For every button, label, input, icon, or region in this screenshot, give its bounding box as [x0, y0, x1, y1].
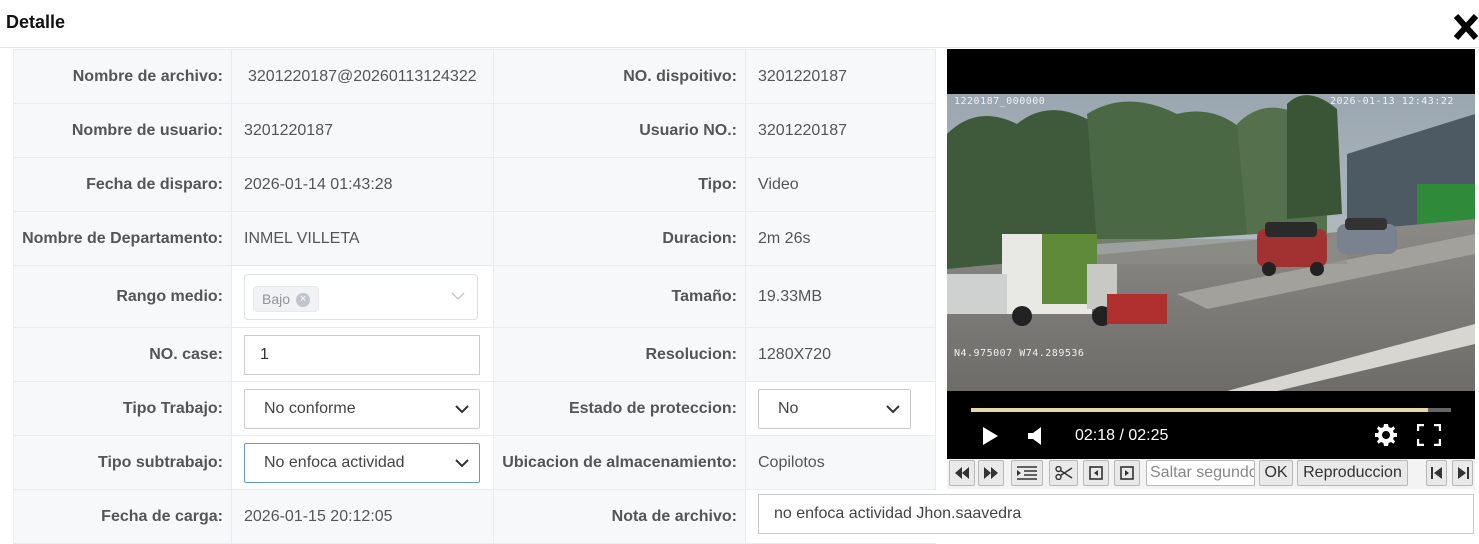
tipo-trabajo-select[interactable]: No conforme — [244, 388, 480, 429]
chevron-down-icon — [455, 458, 469, 467]
osd-gps: N4.975007 W74.289536 — [954, 348, 1085, 359]
frame-forward-icon[interactable] — [1114, 460, 1140, 486]
value-resolucion: 1280X720 — [745, 327, 936, 382]
tipo-subtrabajo-value: No enfoca actividad — [264, 453, 405, 471]
value-fecha-disparo: 2026-01-14 01:43:28 — [231, 157, 494, 212]
label-no-dispositivo: NO. dispoitivo: — [493, 49, 746, 104]
estado-proteccion-value: No — [778, 399, 799, 417]
label-ubicacion: Ubicacion de almacenamiento: — [493, 435, 746, 490]
label-no-case: NO. case: — [13, 327, 232, 382]
label-usuario-no: Usuario NO.: — [493, 103, 746, 158]
rango-medio-cell: Bajo × — [231, 265, 494, 328]
player-toolbar: Saltar segundos OK Reproduccion — [947, 459, 1475, 489]
label-nombre-departamento: Nombre de Departamento: — [13, 211, 232, 266]
label-fecha-disparo: Fecha de disparo: — [13, 157, 232, 212]
label-tamano: Tamaño: — [493, 265, 746, 328]
table-row: Rango medio: Bajo × Tamaño: 19.33MB — [13, 265, 936, 328]
table-row: NO. case: 1 Resolucion: 1280X720 — [13, 327, 936, 382]
skip-first-icon[interactable] — [1426, 460, 1447, 486]
dialog-title: Detalle — [6, 12, 66, 32]
tag-remove-icon[interactable]: × — [296, 292, 311, 307]
table-row: Tipo subtrabajo: No enfoca actividad Ubi… — [13, 435, 936, 490]
osd-file-id: 1220187_000000 — [954, 96, 1046, 107]
dialog-header: Detalle — [0, 0, 1479, 48]
volume-icon[interactable] — [1027, 426, 1045, 451]
progress-bar[interactable] — [971, 408, 1451, 412]
value-nombre-archivo-cell: 3201220187@20260113124322 — [231, 49, 494, 104]
table-row: Nombre de Departamento: INMEL VILLETA Du… — [13, 211, 936, 266]
frame-back-icon[interactable] — [1083, 460, 1109, 486]
tipo-trabajo-cell: No conforme — [231, 381, 494, 436]
value-fecha-carga: 2026-01-15 20:12:05 — [231, 489, 494, 544]
value-tipo: Video — [745, 157, 936, 212]
chevron-down-icon — [886, 404, 900, 413]
value-duracion: 2m 26s — [745, 211, 936, 266]
table-row: Fecha de disparo: 2026-01-14 01:43:28 Ti… — [13, 157, 936, 212]
estado-proteccion-cell: No — [745, 381, 936, 436]
fast-forward-icon[interactable] — [978, 460, 1004, 486]
video-frame[interactable]: 1220187_000000 2026-01-13 12:43:22 N4.97… — [947, 94, 1475, 391]
value-nombre-archivo: 3201220187@20260113124322 — [248, 67, 477, 85]
label-tipo-trabajo: Tipo Trabajo: — [13, 381, 232, 436]
osd-timestamp: 2026-01-13 12:43:22 — [1330, 96, 1454, 107]
label-estado-proteccion: Estado de proteccion: — [493, 381, 746, 436]
label-tipo-subtrabajo: Tipo subtrabajo: — [13, 435, 232, 490]
rango-medio-select[interactable]: Bajo × — [244, 273, 478, 320]
video-scene — [947, 94, 1475, 391]
tipo-trabajo-value: No conforme — [264, 399, 356, 417]
rango-medio-tag: Bajo × — [253, 285, 320, 312]
no-case-input[interactable]: 1 — [244, 334, 480, 375]
fullscreen-icon[interactable] — [1416, 423, 1442, 451]
chevron-down-icon — [451, 292, 465, 300]
time-display: 02:18 / 02:25 — [1075, 427, 1169, 444]
table-row: Tipo Trabajo: No conforme Estado de prot… — [13, 381, 936, 436]
label-nombre-usuario: Nombre de usuario: — [13, 103, 232, 158]
label-tipo: Tipo: — [493, 157, 746, 212]
value-tamano: 19.33MB — [745, 265, 936, 328]
rango-medio-tag-label: Bajo — [262, 290, 291, 307]
ok-button[interactable]: OK — [1259, 460, 1293, 486]
table-row: Nombre de usuario: 3201220187 Usuario NO… — [13, 103, 936, 158]
no-case-cell: 1 — [231, 327, 494, 382]
estado-proteccion-select[interactable]: No — [758, 388, 911, 429]
table-row: Nombre de archivo: 3201220187@2026011312… — [13, 49, 936, 104]
gear-icon[interactable] — [1374, 423, 1398, 452]
label-nota-archivo: Nota de archivo: — [493, 489, 746, 544]
scissors-icon[interactable] — [1049, 460, 1078, 486]
label-nombre-archivo: Nombre de archivo: — [13, 49, 232, 104]
tipo-subtrabajo-cell: No enfoca actividad — [231, 435, 494, 490]
chevron-down-icon — [455, 404, 469, 413]
skip-last-icon[interactable] — [1452, 460, 1473, 486]
value-nombre-usuario: 3201220187 — [231, 103, 494, 158]
list-icon[interactable] — [1011, 460, 1043, 486]
label-fecha-carga: Fecha de carga: — [13, 489, 232, 544]
value-nombre-departamento: INMEL VILLETA — [231, 211, 494, 266]
tipo-subtrabajo-select[interactable]: No enfoca actividad — [244, 442, 480, 483]
label-rango-medio: Rango medio: — [13, 265, 232, 328]
play-icon[interactable] — [981, 426, 999, 451]
label-duracion: Duracion: — [493, 211, 746, 266]
progress-fill — [971, 408, 1428, 412]
nota-archivo-input[interactable]: no enfoca actividad Jhon.saavedra — [758, 494, 1474, 534]
close-icon[interactable] — [1452, 10, 1479, 42]
value-usuario-no: 3201220187 — [745, 103, 936, 158]
playback-button[interactable]: Reproduccion — [1297, 460, 1408, 486]
value-ubicacion: Copilotos — [745, 435, 936, 490]
detail-table: Nombre de archivo: 3201220187@2026011312… — [13, 49, 936, 544]
rewind-icon[interactable] — [949, 460, 975, 486]
video-player[interactable]: 1220187_000000 2026-01-13 12:43:22 N4.97… — [947, 49, 1475, 459]
value-no-dispositivo: 3201220187 — [745, 49, 936, 104]
seek-seconds-input[interactable]: Saltar segundos — [1146, 460, 1255, 486]
label-resolucion: Resolucion: — [493, 327, 746, 382]
